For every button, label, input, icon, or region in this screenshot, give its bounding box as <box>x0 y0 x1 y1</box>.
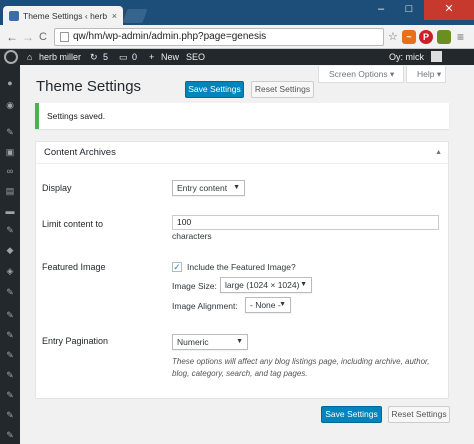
pinterest-icon[interactable]: P <box>419 30 433 44</box>
address-bar-input[interactable]: qw/hm/wp-admin/admin.php?page=genesis <box>54 28 384 46</box>
reset-settings-button-bottom[interactable]: Reset Settings <box>388 406 450 423</box>
pin-icon[interactable]: ✎ <box>5 430 15 440</box>
reload-icon[interactable]: C <box>39 30 47 44</box>
window-minimize-button[interactable]: – <box>368 0 394 20</box>
comments-icon[interactable]: ▭ <box>119 49 128 65</box>
tab-close-icon[interactable]: × <box>112 11 117 21</box>
limit-unit-text: characters <box>172 231 212 241</box>
entry-pagination-label: Entry Pagination <box>42 336 109 346</box>
dashboard-icon[interactable]: ● <box>5 78 15 88</box>
admin-side-menu: ● ◉ ✎ ▣ ∞ ▤ ▬ ✎ ◆ ◈ ✎ ✎ ✎ ✎ ✎ ✎ ✎ ✎ <box>0 65 20 444</box>
url-text: qw/hm/wp-admin/admin.php?page=genesis <box>73 31 267 42</box>
page-title: Theme Settings <box>36 78 142 95</box>
user-greeting[interactable]: Oy: mick <box>389 49 424 65</box>
display-select[interactable]: Entry content ▼ <box>172 180 245 196</box>
chevron-down-icon: ▼ <box>300 281 307 288</box>
new-content-link[interactable]: New <box>161 49 179 65</box>
bookmark-star-icon[interactable]: ☆ <box>388 30 398 44</box>
screen-options-button[interactable]: Screen Options ▾ <box>318 66 404 83</box>
featured-image-label: Featured Image <box>42 262 106 272</box>
window-close-button[interactable]: ✕ <box>424 0 474 20</box>
appearance-icon[interactable]: ◆ <box>5 245 15 255</box>
save-settings-button-bottom[interactable]: Save Settings <box>321 406 382 423</box>
reset-settings-button[interactable]: Reset Settings <box>251 81 314 98</box>
tab-title: Theme Settings ‹ herb miller <box>23 10 109 21</box>
page-icon <box>60 32 69 42</box>
avatar[interactable] <box>431 51 442 62</box>
seo-menu-link[interactable]: SEO <box>186 49 205 65</box>
chevron-down-icon: ▼ <box>236 338 243 345</box>
box-title: Content Archives <box>44 147 116 158</box>
image-alignment-value: - None - <box>250 300 281 310</box>
limit-content-label: Limit content to <box>42 219 104 229</box>
pin-icon[interactable]: ✎ <box>5 310 15 320</box>
pin-icon[interactable]: ✎ <box>5 410 15 420</box>
save-settings-button[interactable]: Save Settings <box>185 81 244 98</box>
display-label: Display <box>42 183 72 193</box>
window-maximize-button[interactable]: □ <box>396 0 422 20</box>
entry-pagination-value: Numeric <box>177 337 209 347</box>
wp-admin-bar: ⌂ herb miller ↻ 5 ▭ 0 + New SEO Oy: mick <box>0 49 474 65</box>
extension-chart-icon[interactable]: ~ <box>402 30 416 44</box>
genesis-icon[interactable]: ◉ <box>5 100 15 110</box>
favicon-icon <box>9 10 19 21</box>
image-size-value: large (1024 × 1024) <box>225 280 300 290</box>
updates-count[interactable]: 5 <box>103 49 108 65</box>
extension-shield-icon[interactable] <box>437 30 451 44</box>
browser-tab[interactable]: Theme Settings ‹ herb miller × <box>3 6 123 25</box>
chevron-down-icon: ▼ <box>233 184 240 191</box>
collapse-toggle-icon[interactable]: ▲ <box>435 142 442 164</box>
browser-toolbar: ← → C qw/hm/wp-admin/admin.php?page=gene… <box>0 25 474 49</box>
wordpress-logo-icon[interactable] <box>4 50 18 64</box>
pin-icon[interactable]: ✎ <box>5 287 15 297</box>
pages-icon[interactable]: ▤ <box>5 186 15 196</box>
chevron-down-icon: ▼ <box>279 301 286 308</box>
include-featured-image-checkbox[interactable]: ✓ <box>172 262 182 272</box>
box-header[interactable]: Content Archives ▲ <box>36 142 448 164</box>
home-icon[interactable]: ⌂ <box>27 49 32 65</box>
image-size-select[interactable]: large (1024 × 1024) ▼ <box>220 277 312 293</box>
site-name-link[interactable]: herb miller <box>39 49 81 65</box>
limit-content-input[interactable]: 100 <box>172 215 439 230</box>
image-alignment-select[interactable]: - None - ▼ <box>245 297 291 313</box>
pin-icon[interactable]: ✎ <box>5 370 15 380</box>
include-featured-image-label: Include the Featured Image? <box>187 262 296 272</box>
image-size-label: Image Size: <box>172 281 217 291</box>
pin-icon[interactable]: ✎ <box>5 390 15 400</box>
links-icon[interactable]: ∞ <box>5 166 15 176</box>
entry-pagination-select[interactable]: Numeric ▼ <box>172 334 248 350</box>
pagination-description: These options will affect any blog listi… <box>172 357 430 378</box>
forward-arrow-icon[interactable]: → <box>22 30 34 44</box>
pin-icon[interactable]: ✎ <box>5 225 15 235</box>
security-shield-icon[interactable]: ◈ <box>5 266 15 276</box>
help-button[interactable]: Help ▾ <box>406 66 446 83</box>
comments-menu-icon[interactable]: ▬ <box>5 206 15 216</box>
display-select-value: Entry content <box>177 183 228 193</box>
browser-menu-icon[interactable]: ≡ <box>457 30 464 44</box>
posts-pin-icon[interactable]: ✎ <box>5 127 15 137</box>
pin-icon[interactable]: ✎ <box>5 330 15 340</box>
image-alignment-label: Image Alignment: <box>172 301 238 311</box>
comments-count[interactable]: 0 <box>132 49 137 65</box>
pin-icon[interactable]: ✎ <box>5 350 15 360</box>
new-tab-button[interactable] <box>122 9 148 23</box>
settings-saved-notice: Settings saved. <box>35 103 449 129</box>
plus-icon[interactable]: + <box>149 49 154 65</box>
notice-message: Settings saved. <box>47 111 106 121</box>
media-icon[interactable]: ▣ <box>5 147 15 157</box>
browser-tab-bar: Theme Settings ‹ herb miller × – □ ✕ <box>0 0 474 25</box>
back-arrow-icon[interactable]: ← <box>6 30 18 44</box>
updates-icon[interactable]: ↻ <box>90 49 98 65</box>
